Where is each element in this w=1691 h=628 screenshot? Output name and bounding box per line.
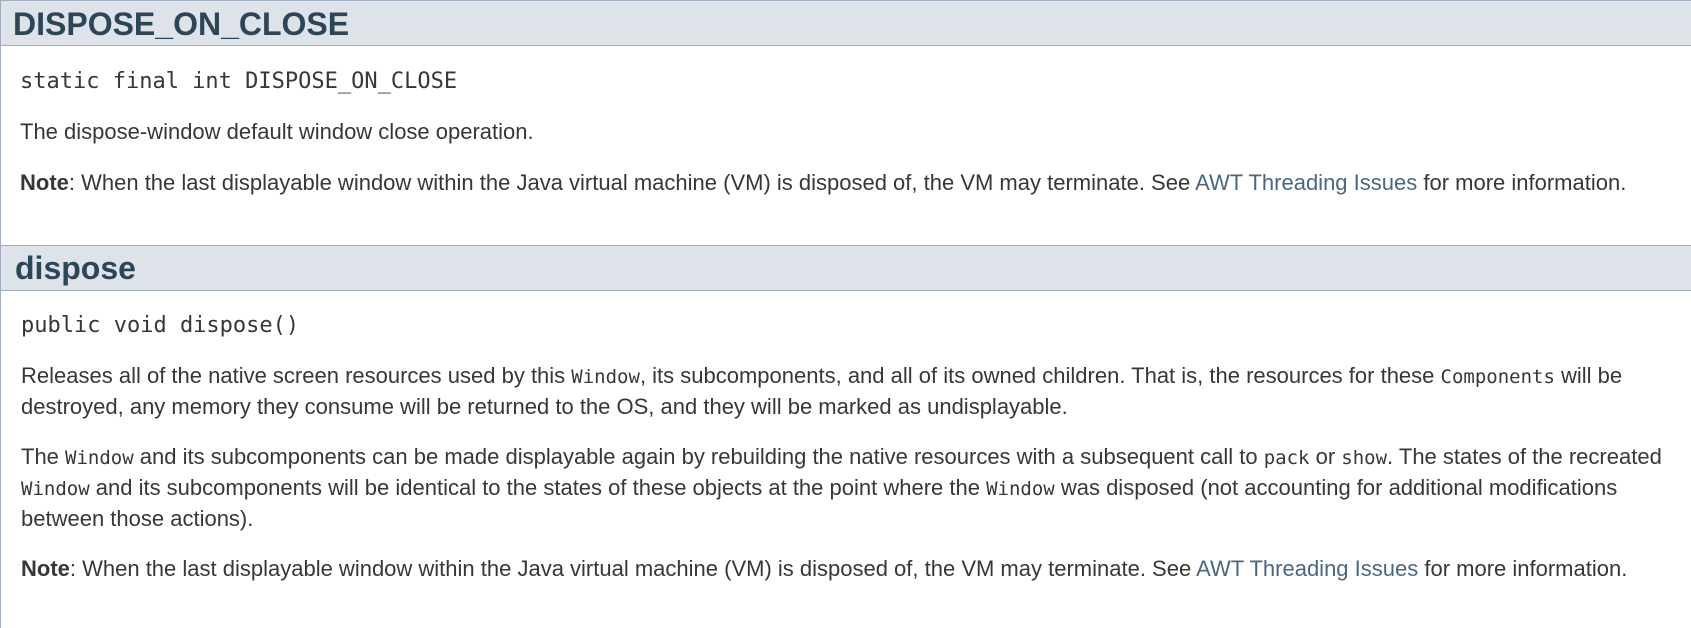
code-window: Window [571, 366, 640, 388]
method-description-paragraph-2: The Window and its subcomponents can be … [21, 442, 1666, 533]
method-description-paragraph-1: Releases all of the native screen resour… [21, 361, 1666, 421]
method-note: Note: When the last displayable window w… [21, 554, 1666, 583]
field-note: Note: When the last displayable window w… [20, 168, 1666, 197]
code-window: Window [21, 478, 90, 500]
code-components: Components [1440, 366, 1555, 388]
paragraph-text: The [21, 444, 66, 469]
note-label: Note [21, 556, 70, 581]
paragraph-text: . The states of the recreated [1387, 444, 1662, 469]
note-label: Note [20, 170, 69, 195]
note-text-before-link: : When the last displayable window withi… [69, 556, 1197, 581]
method-signature: public void dispose() [21, 313, 300, 338]
paragraph-text: Releases all of the native screen resour… [21, 363, 572, 388]
note-text-after-link: for more information. [1417, 170, 1627, 195]
method-detail-dispose: dispose public void dispose() Releases a… [0, 245, 1691, 628]
awt-threading-issues-link[interactable]: AWT Threading Issues [1195, 170, 1417, 195]
paragraph-text: and its subcomponents can be made displa… [133, 444, 1264, 469]
field-signature: static final int DISPOSE_ON_CLOSE [20, 69, 458, 94]
code-window: Window [65, 447, 134, 469]
field-description: The dispose-window default window close … [20, 119, 534, 144]
paragraph-text: , its subcomponents, and all of its owne… [639, 363, 1441, 388]
note-text-after-link: for more information. [1418, 556, 1628, 581]
method-heading: dispose [1, 246, 1691, 291]
code-show: show [1341, 447, 1388, 469]
code-pack: pack [1263, 447, 1310, 469]
note-text-before-link: : When the last displayable window withi… [68, 170, 1196, 195]
paragraph-text: and its subcomponents will be identical … [89, 475, 987, 500]
code-window: Window [986, 478, 1055, 500]
field-heading: DISPOSE_ON_CLOSE [1, 0, 1691, 46]
awt-threading-issues-link[interactable]: AWT Threading Issues [1196, 556, 1418, 581]
paragraph-text: or [1309, 444, 1342, 469]
field-detail-dispose-on-close: DISPOSE_ON_CLOSE static final int DISPOS… [0, 0, 1691, 245]
